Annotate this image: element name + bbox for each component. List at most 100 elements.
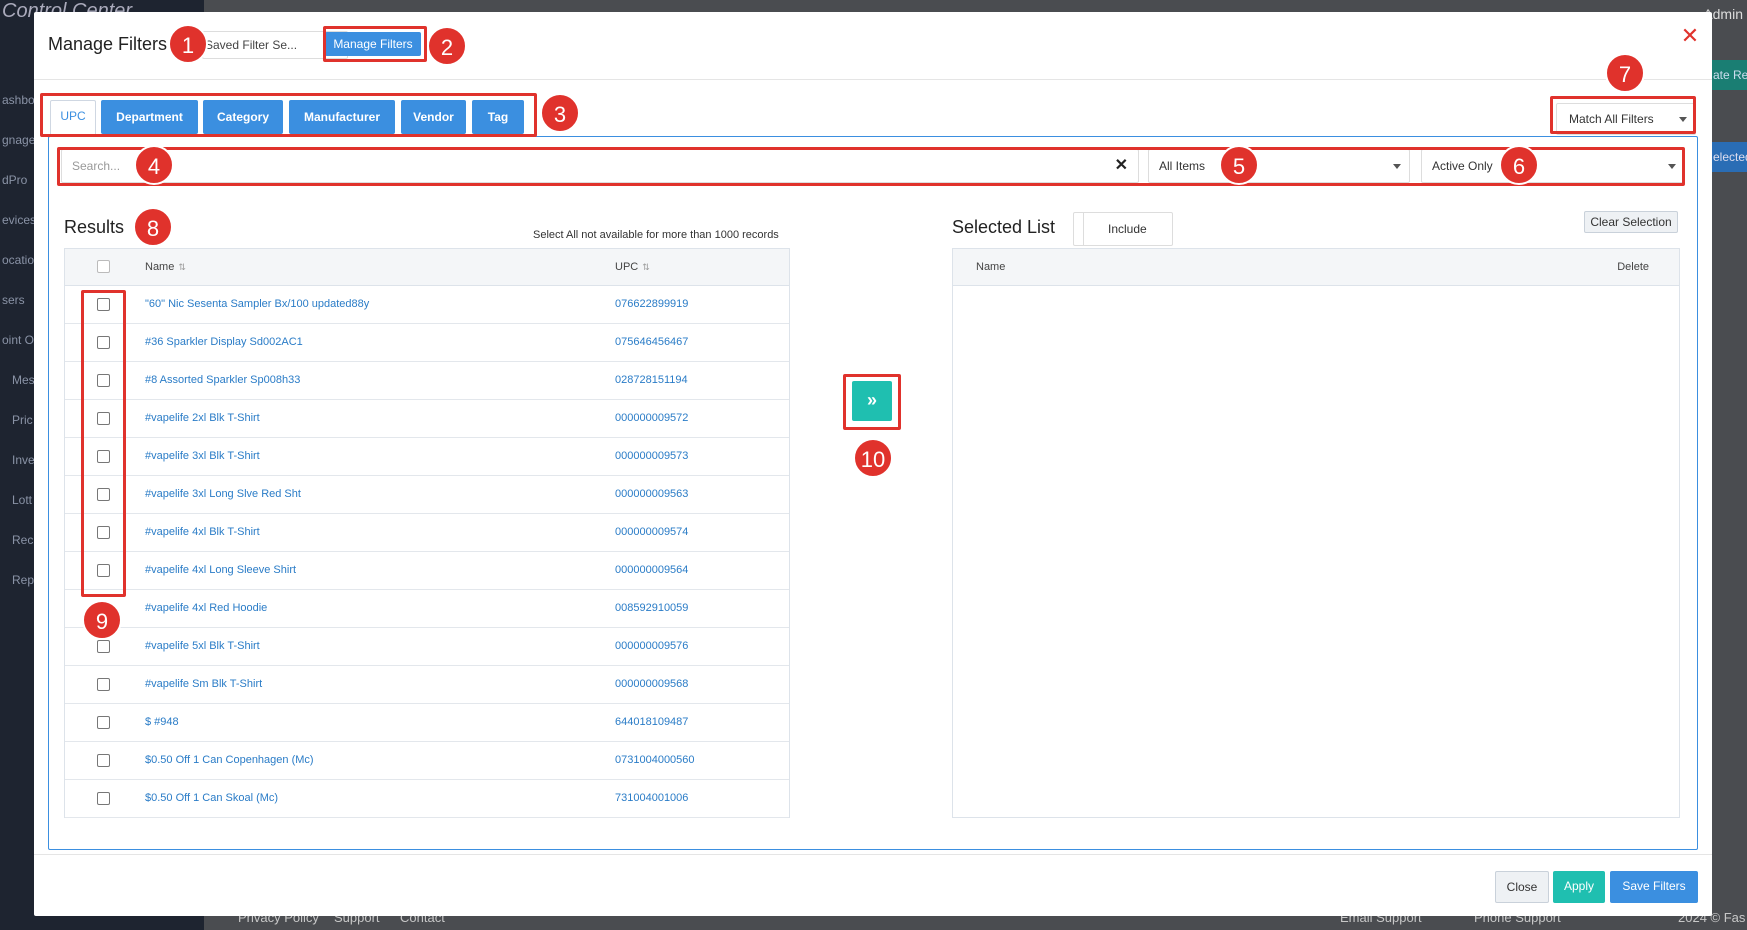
item-name-link[interactable]: $0.50 Off 1 Can Skoal (Mc)	[145, 792, 278, 804]
select-all-checkbox[interactable]	[97, 260, 110, 273]
table-row: #8 Assorted Sparkler Sp008h33 02872815119…	[65, 362, 789, 400]
selected-name-header: Name	[976, 261, 1006, 273]
sort-icon: ⇅	[642, 262, 650, 272]
selected-list-title: Selected List	[952, 217, 1056, 237]
chevron-down-icon	[1393, 164, 1401, 169]
item-upc-link[interactable]: 028728151194	[615, 374, 688, 386]
row-checkbox[interactable]	[97, 678, 110, 691]
generate-report-button[interactable]: ate Rep	[1707, 60, 1747, 90]
modal-title: Manage Filters	[48, 34, 168, 54]
include-label: Include	[1108, 222, 1147, 236]
annotation-badge: 6	[1499, 145, 1539, 185]
save-filters-button[interactable]: Save Filters	[1610, 871, 1698, 903]
item-name-link[interactable]: #vapelife 5xl Blk T-Shirt	[145, 640, 260, 652]
include-toggle[interactable]: Include	[1073, 212, 1173, 246]
table-row: #vapelife 4xl Blk T-Shirt 000000009574	[65, 514, 789, 552]
item-upc-link[interactable]: 000000009564	[615, 564, 688, 576]
manage-filters-button[interactable]: Manage Filters	[325, 32, 421, 56]
apply-button[interactable]: Apply	[1553, 871, 1605, 903]
row-checkbox[interactable]	[97, 716, 110, 729]
row-checkbox[interactable]	[97, 374, 110, 387]
search-input[interactable]	[62, 150, 1062, 182]
item-name-link[interactable]: #vapelife 4xl Long Sleeve Shirt	[145, 564, 296, 576]
item-name-link[interactable]: #vapelife 4xl Blk T-Shirt	[145, 526, 260, 538]
item-name-link[interactable]: $ #948	[145, 716, 179, 728]
item-upc-link[interactable]: 000000009573	[615, 450, 688, 462]
selected-table: Name Delete	[952, 248, 1680, 818]
row-checkbox[interactable]	[97, 450, 110, 463]
items-filter-select[interactable]: All Items	[1148, 149, 1410, 183]
name-column-header[interactable]: Name ⇅	[145, 261, 186, 273]
match-filters-select[interactable]: Match All Filters	[1556, 103, 1696, 135]
row-checkbox[interactable]	[97, 488, 110, 501]
row-checkbox[interactable]	[97, 792, 110, 805]
table-row: $0.50 Off 1 Can Skoal (Mc) 731004001006	[65, 780, 789, 818]
saved-filter-value: Saved Filter Se...	[205, 38, 298, 52]
row-checkbox[interactable]	[97, 754, 110, 767]
modal-header: Manage Filters Saved Filter Se... Manage…	[34, 12, 1712, 80]
table-row: #vapelife Sm Blk T-Shirt 000000009568	[65, 666, 789, 704]
table-row: #36 Sparkler Display Sd002AC1 07564645646…	[65, 324, 789, 362]
chevron-down-icon	[1679, 117, 1687, 122]
active-filter-select[interactable]: Active Only	[1421, 149, 1685, 183]
upc-column-header[interactable]: UPC ⇅	[615, 261, 650, 273]
close-icon[interactable]: ✕	[1680, 25, 1700, 47]
results-table-body: "60" Nic Sesenta Sampler Bx/100 updated8…	[65, 286, 789, 818]
annotation-badge: 1	[168, 24, 208, 64]
item-name-link[interactable]: #36 Sparkler Display Sd002AC1	[145, 336, 303, 348]
item-upc-link[interactable]: 0731004000560	[615, 754, 695, 766]
table-row: $0.50 Off 1 Can Copenhagen (Mc) 073100400…	[65, 742, 789, 780]
item-name-link[interactable]: #8 Assorted Sparkler Sp008h33	[145, 374, 300, 386]
tab-category[interactable]: Category	[203, 100, 283, 134]
item-upc-link[interactable]: 000000009576	[615, 640, 688, 652]
clear-search-icon[interactable]: ✕	[1115, 158, 1128, 174]
table-row: #vapelife 4xl Red Hoodie 008592910059	[65, 590, 789, 628]
item-upc-link[interactable]: 000000009572	[615, 412, 688, 424]
move-selected-button[interactable]: »	[852, 381, 892, 421]
row-checkbox[interactable]	[97, 298, 110, 311]
selected-table-header: Name Delete	[953, 249, 1679, 286]
item-name-link[interactable]: #vapelife 4xl Red Hoodie	[145, 602, 267, 614]
items-filter-value: All Items	[1159, 159, 1206, 173]
row-checkbox[interactable]	[97, 564, 110, 577]
tab-tag[interactable]: Tag	[472, 100, 524, 134]
annotation-badge: 10	[853, 438, 893, 478]
tab-vendor[interactable]: Vendor	[401, 100, 466, 134]
item-upc-link[interactable]: 075646456467	[615, 336, 688, 348]
item-upc-link[interactable]: 008592910059	[615, 602, 688, 614]
tab-department[interactable]: Department	[101, 100, 198, 134]
results-table: Name ⇅ UPC ⇅ "60" Nic Sesenta Sampler Bx/1…	[64, 248, 790, 818]
item-name-link[interactable]: #vapelife 2xl Blk T-Shirt	[145, 412, 260, 424]
item-name-link[interactable]: $0.50 Off 1 Can Copenhagen (Mc)	[145, 754, 314, 766]
selected-button[interactable]: elected	[1707, 142, 1747, 172]
item-upc-link[interactable]: 000000009568	[615, 678, 688, 690]
item-upc-link[interactable]: 000000009563	[615, 488, 688, 500]
clear-selection-button[interactable]: Clear Selection	[1584, 211, 1678, 233]
name-column-label: Name	[145, 261, 175, 273]
item-name-link[interactable]: #vapelife Sm Blk T-Shirt	[145, 678, 262, 690]
item-upc-link[interactable]: 731004001006	[615, 792, 688, 804]
item-upc-link[interactable]: 076622899919	[615, 298, 688, 310]
item-name-link[interactable]: #vapelife 3xl Long Slve Red Sht	[145, 488, 301, 500]
table-row: #vapelife 2xl Blk T-Shirt 000000009572	[65, 400, 789, 438]
row-checkbox[interactable]	[97, 640, 110, 653]
close-button[interactable]: Close	[1495, 871, 1549, 903]
results-note: Select All not available for more than 1…	[533, 229, 779, 241]
table-row: #vapelife 4xl Long Sleeve Shirt 000000009…	[65, 552, 789, 590]
tab-upc[interactable]: UPC	[50, 100, 96, 136]
upc-column-label: UPC	[615, 261, 639, 273]
active-filter-value: Active Only	[1432, 159, 1493, 173]
table-row: #vapelife 3xl Long Slve Red Sht 000000009…	[65, 476, 789, 514]
annotation-badge: 7	[1605, 53, 1645, 93]
annotation-badge: 2	[427, 26, 467, 66]
toggle-knob	[1074, 213, 1084, 245]
item-name-link[interactable]: #vapelife 3xl Blk T-Shirt	[145, 450, 260, 462]
item-upc-link[interactable]: 644018109487	[615, 716, 688, 728]
annotation-badge: 8	[133, 207, 173, 247]
row-checkbox[interactable]	[97, 336, 110, 349]
item-name-link[interactable]: "60" Nic Sesenta Sampler Bx/100 updated8…	[145, 298, 369, 310]
row-checkbox[interactable]	[97, 412, 110, 425]
row-checkbox[interactable]	[97, 526, 110, 539]
tab-manufacturer[interactable]: Manufacturer	[289, 100, 395, 134]
item-upc-link[interactable]: 000000009574	[615, 526, 688, 538]
